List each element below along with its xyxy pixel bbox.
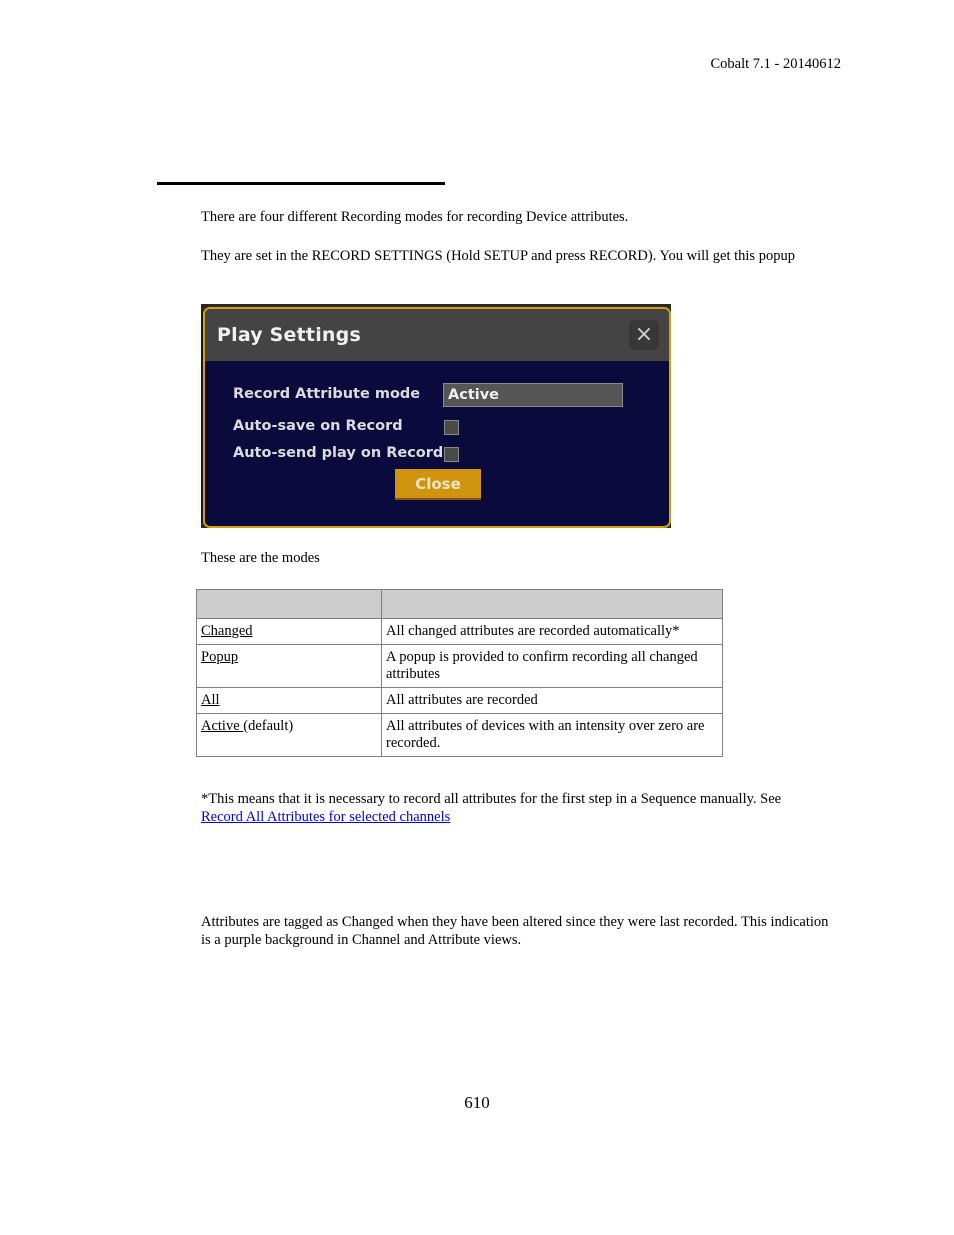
table-header-description xyxy=(381,589,723,619)
mode-link-popup[interactable]: Popup xyxy=(201,649,238,665)
intro-paragraph-2: They are set in the RECORD SETTINGS (Hol… xyxy=(201,248,795,264)
dialog-title: Play Settings xyxy=(217,324,361,346)
record-all-attributes-link[interactable]: Record All Attributes for selected chann… xyxy=(201,809,450,825)
mode-link-all[interactable]: All xyxy=(201,692,220,708)
footnote: *This means that it is necessary to reco… xyxy=(201,790,831,826)
description-cell: All changed attributes are recorded auto… xyxy=(381,618,723,645)
page-number: 610 xyxy=(464,1093,490,1112)
modes-table: Changed All changed attributes are recor… xyxy=(196,589,723,757)
mode-link-active[interactable]: Active xyxy=(201,718,243,734)
default-marker: (default) xyxy=(243,718,294,734)
auto-save-checkbox[interactable] xyxy=(444,420,459,435)
close-icon[interactable]: × xyxy=(629,320,659,350)
dialog-titlebar: Play Settings × xyxy=(205,309,669,361)
modes-intro: These are the modes xyxy=(201,550,320,566)
mode-link-changed[interactable]: Changed xyxy=(201,623,253,639)
description-cell: All attributes are recorded xyxy=(381,687,723,714)
table-row: All All attributes are recorded xyxy=(196,687,723,714)
document-version-header: Cobalt 7.1 - 20140612 xyxy=(710,56,842,72)
auto-save-label: Auto-save on Record xyxy=(233,418,403,434)
table-header-row xyxy=(196,589,723,619)
auto-send-checkbox[interactable] xyxy=(444,447,459,462)
changed-description: Attributes are tagged as Changed when th… xyxy=(201,914,829,948)
play-settings-screenshot: Play Settings × Record Attribute mode Ac… xyxy=(201,304,671,528)
mode-cell: All xyxy=(196,687,382,714)
description-cell: All attributes of devices with an intens… xyxy=(381,713,723,757)
table-row: Active (default) All attributes of devic… xyxy=(196,713,723,757)
mode-cell: Active (default) xyxy=(196,713,382,757)
table-row: Popup A popup is provided to confirm rec… xyxy=(196,644,723,688)
intro-paragraph-1: There are four different Recording modes… xyxy=(201,209,629,225)
mode-cell: Changed xyxy=(196,618,382,645)
play-settings-dialog: Play Settings × Record Attribute mode Ac… xyxy=(203,307,671,528)
auto-send-label: Auto-send play on Record xyxy=(233,445,444,461)
footnote-text: *This means that it is necessary to reco… xyxy=(201,791,782,807)
record-attribute-mode-select[interactable]: Active xyxy=(443,383,623,407)
table-header-mode xyxy=(196,589,382,619)
section-heading-rule xyxy=(157,182,445,185)
close-button[interactable]: Close xyxy=(395,469,481,498)
table-row: Changed All changed attributes are recor… xyxy=(196,618,723,645)
record-attribute-mode-label: Record Attribute mode xyxy=(233,386,421,402)
description-cell: A popup is provided to confirm recording… xyxy=(381,644,723,688)
mode-cell: Popup xyxy=(196,644,382,688)
